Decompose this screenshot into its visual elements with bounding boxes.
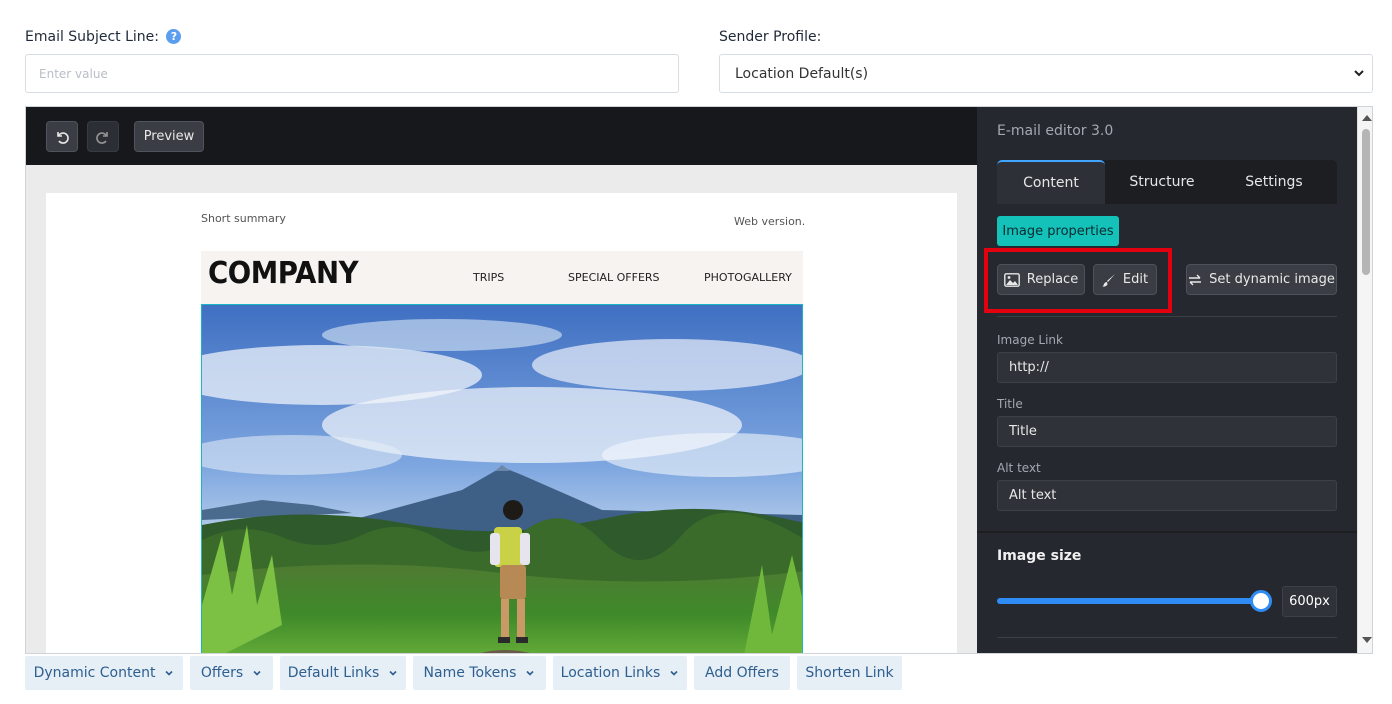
email-editor: Preview Short summary Web version. COMPA… — [25, 106, 1373, 654]
short-summary: Short summary — [201, 212, 286, 225]
offers-button[interactable]: Offers — [190, 656, 273, 690]
undo-button[interactable] — [46, 121, 78, 152]
panel-title: E-mail editor 3.0 — [997, 123, 1114, 139]
set-dynamic-label: Set dynamic image — [1209, 272, 1335, 287]
chevron-down-icon — [670, 670, 678, 676]
editor-toolbar: Preview — [26, 107, 977, 165]
slider-handle[interactable] — [1250, 590, 1272, 612]
help-icon[interactable]: ? — [166, 29, 182, 44]
image-link-label: Image Link — [997, 333, 1063, 347]
set-dynamic-image-button[interactable]: Set dynamic image — [1186, 264, 1337, 295]
location-links-button[interactable]: Location Links — [553, 656, 687, 690]
sender-value: Location Default(s) — [735, 65, 869, 82]
scrollbar-thumb[interactable] — [1362, 129, 1370, 275]
image-size-value[interactable]: 600px — [1282, 586, 1337, 617]
subject-input[interactable]: Enter value — [25, 54, 679, 93]
mountain-hiker-image — [202, 305, 802, 653]
image-size-slider[interactable] — [997, 598, 1261, 604]
sender-label: Sender Profile: — [719, 29, 822, 45]
edit-button[interactable]: Edit — [1093, 264, 1157, 295]
email-paper: Short summary Web version. COMPANY TRIPS… — [46, 193, 957, 653]
edit-label: Edit — [1122, 272, 1149, 287]
nav-photogallery[interactable]: PHOTOGALLERY — [704, 271, 792, 284]
editor-scrollbar[interactable] — [1357, 107, 1372, 653]
chevron-down-icon — [389, 670, 397, 676]
alt-text-input[interactable]: Alt text — [997, 480, 1337, 511]
image-properties-badge[interactable]: Image properties — [997, 216, 1119, 246]
shorten-link-button[interactable]: Shorten Link — [797, 656, 902, 690]
default-links-button[interactable]: Default Links — [280, 656, 406, 690]
image-icon — [1003, 272, 1020, 287]
chevron-down-icon — [253, 670, 261, 676]
brush-icon — [1102, 273, 1115, 287]
name-tokens-button[interactable]: Name Tokens — [413, 656, 546, 690]
image-link-input[interactable]: http:// — [997, 352, 1337, 383]
title-input[interactable]: Title — [997, 416, 1337, 447]
replace-label: Replace — [1026, 272, 1079, 287]
chevron-down-icon — [1354, 70, 1364, 77]
web-version-link[interactable]: Web version. — [734, 215, 805, 228]
add-offers-button[interactable]: Add Offers — [694, 656, 790, 690]
replace-button[interactable]: Replace — [997, 264, 1085, 295]
subject-label: Email Subject Line: ? — [25, 29, 182, 45]
email-canvas: Preview Short summary Web version. COMPA… — [26, 107, 977, 653]
image-size-title: Image size — [997, 548, 1082, 564]
email-header: COMPANY TRIPS SPECIAL OFFERS PHOTOGALLER… — [201, 251, 803, 304]
undo-icon — [57, 131, 69, 144]
panel-tabs: Content Structure Settings — [997, 160, 1337, 204]
sender-select[interactable]: Location Default(s) — [719, 54, 1373, 93]
preview-button[interactable]: Preview — [134, 121, 204, 152]
tab-structure[interactable]: Structure — [1107, 160, 1217, 204]
divider — [997, 637, 1337, 638]
nav-special-offers[interactable]: SPECIAL OFFERS — [568, 271, 660, 284]
redo-button[interactable] — [87, 121, 119, 152]
divider — [977, 531, 1357, 533]
redo-icon — [96, 131, 108, 144]
dynamic-content-button[interactable]: Dynamic Content — [25, 656, 183, 690]
scroll-down-arrow[interactable] — [1362, 637, 1372, 643]
tab-settings[interactable]: Settings — [1219, 160, 1329, 204]
scroll-up-arrow[interactable] — [1362, 115, 1372, 121]
company-logo: COMPANY — [208, 256, 359, 291]
nav-trips[interactable]: TRIPS — [473, 271, 504, 284]
chevron-down-icon — [165, 670, 174, 676]
divider — [997, 316, 1337, 317]
chevron-down-icon — [526, 670, 535, 676]
swap-icon — [1189, 274, 1202, 285]
hero-image[interactable] — [201, 304, 803, 653]
tab-content[interactable]: Content — [997, 160, 1105, 204]
alt-text-label: Alt text — [997, 461, 1041, 475]
title-label: Title — [997, 397, 1023, 411]
subject-placeholder: Enter value — [39, 66, 108, 81]
settings-panel: E-mail editor 3.0 Content Structure Sett… — [977, 107, 1357, 653]
